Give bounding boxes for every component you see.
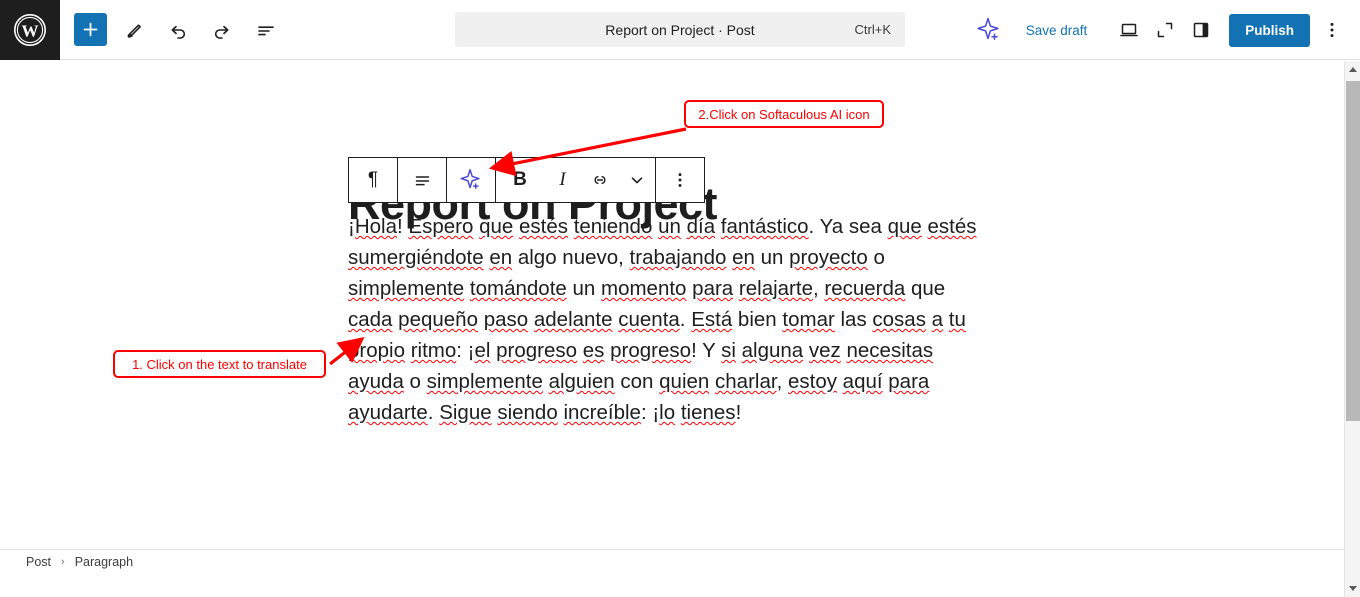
italic-button[interactable]: I — [544, 158, 581, 202]
breadcrumb-item-post[interactable]: Post — [26, 555, 51, 569]
command-bar-shortcut: Ctrl+K — [854, 22, 891, 37]
desktop-preview-icon[interactable] — [1111, 12, 1147, 48]
breadcrumb-separator-icon: › — [61, 556, 65, 568]
paragraph-pilcrow-icon: ¶ — [367, 169, 379, 190]
editor-options-vertical-dots-icon[interactable] — [1314, 12, 1350, 48]
header-left-tools — [60, 13, 283, 47]
pencil-icon[interactable] — [117, 13, 151, 47]
editor-canvas: Report on Project ¡Hola! Espero que esté… — [0, 61, 1344, 574]
bold-icon: B — [513, 169, 527, 190]
wordpress-logo-icon[interactable]: W — [0, 0, 60, 60]
document-overview-button[interactable] — [249, 13, 283, 47]
toolbar-group-format: B I — [496, 158, 655, 202]
paragraph-text: ¡Hola! Espero que estés teniendo un día … — [348, 215, 977, 424]
annotation-label-2: 2.Click on Softaculous AI icon — [684, 100, 884, 128]
block-type-paragraph-button[interactable]: ¶ — [349, 158, 397, 202]
block-toolbar: ¶ B I — [348, 157, 705, 203]
align-text-icon — [415, 175, 429, 185]
paragraph-block[interactable]: ¡Hola! Espero que estés teniendo un día … — [348, 211, 993, 428]
scroll-up-arrow-icon[interactable] — [1345, 61, 1360, 78]
command-bar[interactable]: Report on Project · Post Ctrl+K — [455, 12, 905, 47]
scrollbar-thumb[interactable] — [1346, 81, 1360, 421]
scroll-down-arrow-icon[interactable] — [1345, 580, 1360, 597]
toolbar-group-options — [656, 158, 704, 202]
vertical-dots-icon — [678, 173, 682, 187]
breadcrumb: Post › Paragraph — [0, 549, 1344, 574]
bold-button[interactable]: B — [496, 158, 544, 202]
editor-header: W Report on Project · Post Ctrl+K Save d… — [0, 0, 1360, 60]
link-button[interactable] — [581, 158, 618, 202]
softaculous-ai-button[interactable] — [447, 158, 495, 202]
command-bar-title: Report on Project · Post — [605, 21, 755, 38]
more-formatting-button[interactable] — [618, 158, 655, 202]
publish-button[interactable]: Publish — [1229, 13, 1310, 47]
toolbar-group-block: ¶ — [349, 158, 495, 202]
italic-icon: I — [559, 169, 566, 190]
redo-arrow-icon[interactable] — [205, 13, 239, 47]
undo-arrow-icon[interactable] — [161, 13, 195, 47]
header-right-tools: Save draft Publish — [968, 0, 1350, 60]
vertical-scrollbar[interactable] — [1344, 61, 1360, 597]
settings-sidebar-icon[interactable] — [1183, 12, 1219, 48]
svg-text:W: W — [22, 21, 39, 40]
breadcrumb-item-paragraph[interactable]: Paragraph — [75, 555, 133, 569]
link-icon — [594, 176, 605, 184]
chevron-down-icon — [631, 177, 642, 184]
annotation-label-1: 1. Click on the text to translate — [113, 350, 326, 378]
add-block-button[interactable] — [74, 13, 107, 46]
save-draft-button[interactable]: Save draft — [1016, 17, 1098, 44]
block-options-button[interactable] — [656, 158, 704, 202]
wordpress-block-editor: W Report on Project · Post Ctrl+K Save d… — [0, 0, 1360, 597]
align-text-button[interactable] — [398, 158, 446, 202]
ai-star-plus-icon — [460, 168, 480, 190]
softaculous-ai-star-icon[interactable] — [968, 9, 1010, 51]
expand-icon[interactable] — [1147, 12, 1183, 48]
